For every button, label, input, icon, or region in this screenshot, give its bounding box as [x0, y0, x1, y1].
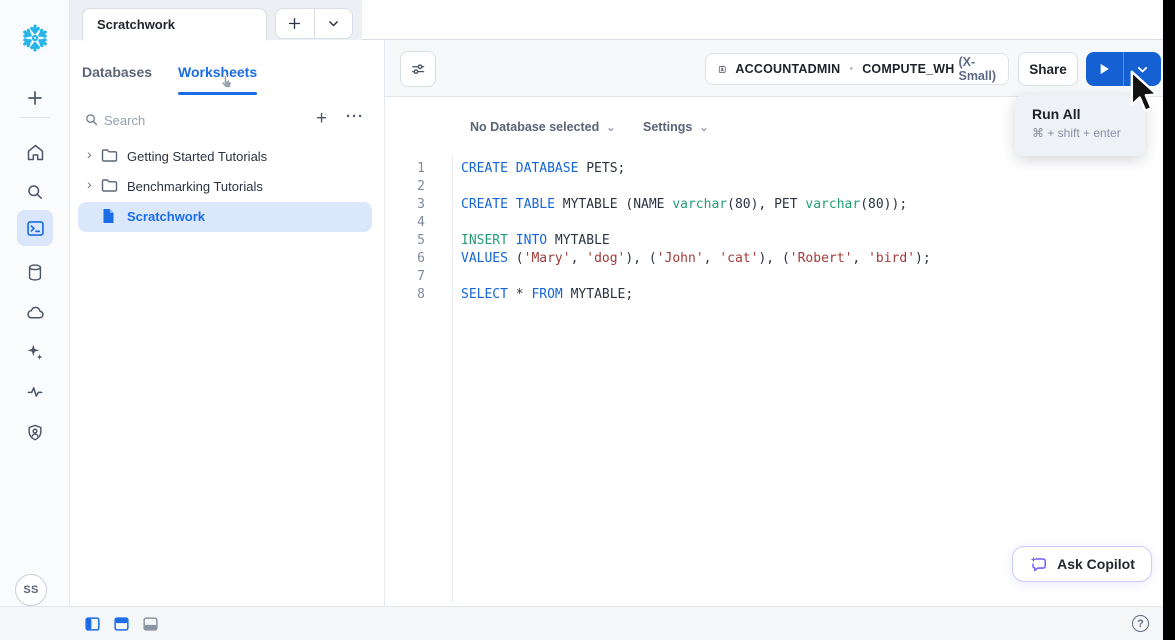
line-number: 5 [385, 232, 452, 250]
line-number: 1 [385, 160, 452, 178]
separator-dot: • [849, 63, 853, 75]
sidebar: Databases Worksheets Search + ··· › Gett… [70, 40, 385, 606]
warehouse-name: COMPUTE_WH [862, 62, 954, 76]
screen-edge-strip [1163, 0, 1175, 640]
folder-icon [101, 178, 118, 198]
role-warehouse-selector[interactable]: ACCOUNTADMIN • COMPUTE_WH (X-Small) [705, 53, 1009, 85]
tree-item-scratchwork-selected[interactable]: Scratchwork [78, 202, 372, 232]
code-line[interactable]: 5INSERT INTO MYTABLE [385, 232, 1175, 250]
toggle-bottom-panel-icon[interactable] [143, 617, 158, 631]
search-input[interactable]: Search [104, 113, 145, 128]
cloud-icon[interactable] [19, 296, 51, 328]
chevron-right-icon[interactable]: › [87, 176, 92, 192]
ai-sparkles-icon[interactable] [19, 336, 51, 368]
snowsight-app: SS Scratchwork Databases Worksheets Sear… [0, 0, 1175, 640]
tab-list-dropdown-button[interactable] [315, 9, 353, 38]
toggle-left-panel-icon[interactable] [85, 617, 100, 631]
projects-worksheets-icon[interactable] [17, 210, 53, 246]
share-button[interactable]: Share [1018, 52, 1078, 86]
toggle-top-panel-icon[interactable] [114, 617, 129, 631]
code-line[interactable]: 7 [385, 268, 1175, 286]
tab-databases[interactable]: Databases [82, 64, 152, 80]
run-button[interactable] [1086, 52, 1124, 86]
database-selector[interactable]: No Database selected ⌄ [470, 120, 615, 134]
worksheet-tab-strip: Scratchwork [70, 0, 1175, 40]
mouse-cursor [1129, 70, 1163, 121]
chevron-down-icon: ⌄ [699, 122, 708, 134]
code-line[interactable]: 1CREATE DATABASE PETS; [385, 160, 1175, 178]
help-button[interactable]: ? [1132, 615, 1149, 632]
search-icon[interactable] [19, 176, 51, 208]
line-number: 8 [385, 286, 452, 304]
run-all-menu: Run All ⌘ + shift + enter [1015, 95, 1145, 156]
code-line[interactable]: 6VALUES ('Mary', 'dog'), ('John', 'cat')… [385, 250, 1175, 268]
worksheet-tree: › Getting Started Tutorials › Benchmarki… [70, 142, 384, 232]
new-worksheet-plus-icon[interactable] [19, 82, 51, 114]
ask-copilot-button[interactable]: Ask Copilot [1012, 546, 1152, 582]
copilot-label: Ask Copilot [1057, 556, 1135, 572]
chevron-right-icon[interactable]: › [87, 146, 92, 162]
tab-label: Scratchwork [97, 17, 175, 32]
code-line[interactable]: 8SELECT * FROM MYTABLE; [385, 286, 1175, 304]
home-icon[interactable] [19, 136, 51, 168]
code-line[interactable]: 3CREATE TABLE MYTABLE (NAME varchar(80),… [385, 196, 1175, 214]
code-line[interactable]: 4 [385, 214, 1175, 232]
line-number: 6 [385, 250, 452, 268]
search-icon [84, 112, 99, 132]
tree-item-label: Benchmarking Tutorials [127, 179, 263, 194]
sql-editor: No Database selected ⌄ Settings ⌄ 1CREATE … [385, 97, 1175, 606]
code-lines[interactable]: 1CREATE DATABASE PETS;23CREATE TABLE MYT… [385, 160, 1175, 304]
left-icon-rail: SS [0, 0, 70, 606]
tree-item-label: Scratchwork [127, 209, 205, 224]
folder-icon [101, 148, 118, 168]
snowflake-logo-icon[interactable] [19, 22, 51, 54]
play-icon [1099, 63, 1110, 75]
worksheet-file-icon [101, 208, 116, 229]
database-selector-label: No Database selected [470, 120, 599, 134]
settings-label: Settings [643, 120, 692, 134]
warehouse-size: (X-Small) [958, 55, 996, 83]
status-bar: ? [0, 606, 1175, 640]
code-line[interactable]: 2 [385, 178, 1175, 196]
user-avatar[interactable]: SS [15, 574, 47, 606]
rail-divider [20, 117, 50, 118]
active-tab-underline [178, 92, 257, 95]
line-number: 7 [385, 268, 452, 286]
sidebar-search-row: Search + ··· [70, 106, 384, 136]
tab-scratchwork[interactable]: Scratchwork [82, 8, 267, 41]
line-number: 2 [385, 178, 452, 196]
plus-icon [287, 16, 302, 31]
worksheet-header: ACCOUNTADMIN • COMPUTE_WH (X-Small) Shar… [385, 40, 1175, 97]
add-worksheet-button[interactable]: + [316, 108, 327, 130]
settings-dropdown[interactable]: Settings ⌄ [643, 120, 709, 134]
filters-button[interactable] [400, 51, 436, 87]
line-number: 4 [385, 214, 452, 232]
tree-folder-getting-started[interactable]: › Getting Started Tutorials [78, 142, 372, 172]
line-number: 3 [385, 196, 452, 214]
tree-folder-benchmarking[interactable]: › Benchmarking Tutorials [78, 172, 372, 202]
run-all-shortcut: ⌘ + shift + enter [1032, 126, 1145, 140]
chevron-down-icon: ⌄ [606, 122, 615, 134]
sliders-icon [409, 60, 427, 78]
role-name: ACCOUNTADMIN [735, 62, 840, 76]
chevron-down-icon [327, 17, 340, 30]
more-options-button[interactable]: ··· [346, 108, 364, 125]
activity-monitoring-icon[interactable] [19, 376, 51, 408]
tab-worksheets[interactable]: Worksheets [178, 64, 257, 80]
tree-item-label: Getting Started Tutorials [127, 149, 267, 164]
new-tab-group [275, 8, 353, 39]
hand-cursor [220, 74, 234, 94]
role-badge-icon [718, 61, 726, 78]
copilot-sparkle-chat-icon [1029, 555, 1048, 574]
admin-shield-icon[interactable] [19, 416, 51, 448]
new-tab-button[interactable] [276, 9, 315, 38]
data-database-icon[interactable] [19, 256, 51, 288]
